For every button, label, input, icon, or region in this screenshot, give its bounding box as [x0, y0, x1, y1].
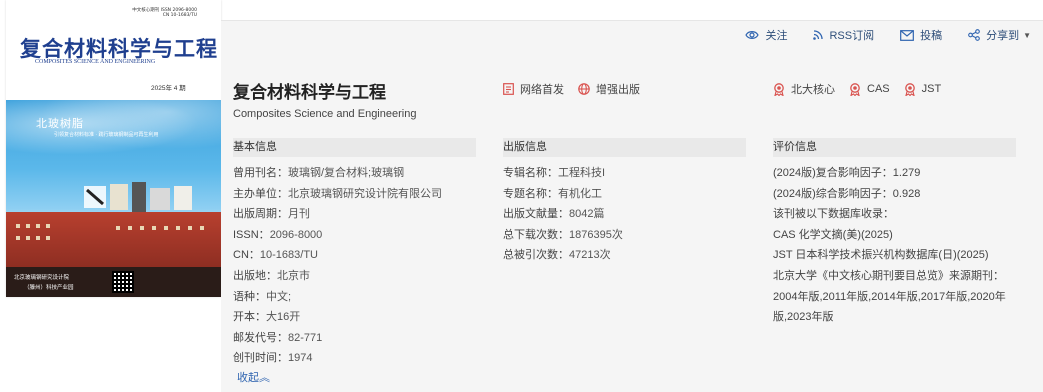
index-tags: 北大核心 CAS JST: [773, 81, 955, 97]
cover-footer-line1: 北京玻璃钢研究设计院: [14, 275, 70, 281]
tag-jst-label: JST: [921, 83, 942, 95]
publication-tags: 网络首发 增强出版: [503, 81, 654, 97]
collapse-link[interactable]: 收起︽: [237, 369, 476, 387]
evaluation-info-list: (2024版)复合影响因子：1.279 (2024版)综合影响因子：0.928 …: [773, 163, 1016, 327]
evaluation-row: (2024版)综合影响因子：0.928: [773, 187, 921, 200]
rss-button[interactable]: RSS订阅: [813, 27, 874, 43]
tag-enhanced-publishing[interactable]: 增强出版: [578, 81, 640, 97]
basic-info-row: 邮发代号：82-771: [233, 331, 323, 344]
evaluation-row: (2024版)复合影响因子：1.279: [773, 167, 921, 179]
tag-enhanced-label: 增强出版: [596, 84, 640, 96]
cover-cn: CN 10-1683/TU: [162, 13, 197, 18]
caret-down-icon: ▼: [1023, 30, 1031, 40]
basic-info-row: 语种：中文;: [233, 290, 292, 303]
share-button[interactable]: 分享到 ▼: [968, 27, 1031, 43]
cover-issue: 2025年 4 期: [151, 85, 186, 92]
document-icon: [503, 83, 514, 95]
publish-info-row: 专题名称：有机化工: [503, 187, 602, 200]
journal-cover: 中文核心期刊 ISSN 2096-8000 CN 10-1683/TU 复合材料…: [6, 0, 221, 297]
cover-tagline: 北玻树脂: [36, 118, 84, 130]
journal-subtitle: Composites Science and Engineering: [233, 108, 417, 120]
cover-title-en: COMPOSITES SCIENCE AND ENGINEERING: [35, 59, 156, 65]
publish-info-section: 出版信息 专辑名称：工程科技I 专题名称：有机化工 出版文献量：8042篇 总下…: [503, 138, 746, 266]
evaluation-row: 2004年版,2011年版,2014年版,2017年版,2020年版,2023年…: [773, 290, 1006, 323]
share-label: 分享到: [986, 30, 1020, 42]
basic-info-section: 基本信息 曾用刊名：玻璃钢/复合材料;玻璃钢 主办单位：北京玻璃钢研究设计院有限…: [233, 138, 476, 387]
tag-online-first-label: 网络首发: [520, 84, 564, 96]
publish-info-row: 出版文献量：8042篇: [503, 208, 605, 221]
cover-footer: 北京玻璃钢研究设计院 （滕州）科技产业园: [6, 267, 221, 297]
award-ribbon-icon: [850, 82, 860, 96]
tag-jst: JST: [904, 82, 942, 96]
basic-info-row: 开本：大16开: [233, 311, 301, 324]
share-icon: [968, 29, 980, 41]
basic-info-row: 曾用刊名：玻璃钢/复合材料;玻璃钢: [233, 167, 405, 179]
basic-info-row: 主办单位：北京玻璃钢研究设计院有限公司: [233, 187, 442, 200]
follow-button[interactable]: 关注: [745, 27, 787, 43]
tag-pku-core: 北大核心: [773, 81, 835, 97]
publish-info-list: 专辑名称：工程科技I 专题名称：有机化工 出版文献量：8042篇 总下载次数：1…: [503, 163, 746, 266]
cover-photo: 北玻树脂 引领复合材料标准 · 践行玻璃钢制品可再生利用 北京玻璃钢研究设计院 …: [6, 100, 221, 297]
publish-info-row: 总被引次数：47213次: [503, 249, 611, 262]
award-ribbon-icon: [774, 82, 784, 96]
cover-building: [6, 212, 221, 267]
journal-title: 复合材料科学与工程: [233, 83, 386, 102]
cover-footer-line2: （滕州）科技产业园: [24, 285, 74, 291]
rss-label: RSS订阅: [829, 30, 875, 42]
evaluation-row: JST 日本科学技术振兴机构数据库(日)(2025): [773, 249, 989, 262]
tag-cas: CAS: [849, 82, 890, 96]
rss-icon: [813, 30, 824, 40]
tag-online-first[interactable]: 网络首发: [503, 81, 564, 97]
basic-info-row: CN：10-1683/TU: [233, 249, 318, 262]
basic-info-row: ISSN：2096-8000: [233, 228, 323, 241]
basic-info-row: 创刊时间：1974: [233, 352, 313, 365]
mail-icon: [900, 29, 914, 41]
chevron-up-icon: ︽: [259, 371, 270, 384]
tag-cas-label: CAS: [867, 83, 890, 95]
evaluation-row: 北京大学《中文核心期刊要目总览》来源期刊：: [773, 269, 1004, 282]
basic-info-row: 出版周期：月刊: [233, 208, 310, 221]
evaluation-row: CAS 化学文摘(美)(2025): [773, 228, 893, 241]
basic-info-list: 曾用刊名：玻璃钢/复合材料;玻璃钢 主办单位：北京玻璃钢研究设计院有限公司 出版…: [233, 163, 476, 369]
basic-info-row: 出版地：北京市: [233, 269, 310, 282]
basic-info-heading: 基本信息: [233, 138, 476, 157]
follow-label: 关注: [765, 30, 788, 42]
evaluation-info-section: 评价信息 (2024版)复合影响因子：1.279 (2024版)综合影响因子：0…: [773, 138, 1016, 327]
evaluation-row: 该刊被以下数据库收录：: [773, 208, 894, 221]
submit-label: 投稿: [920, 30, 943, 42]
publish-info-heading: 出版信息: [503, 138, 746, 157]
globe-icon: [578, 83, 590, 95]
qr-code-icon: [112, 271, 134, 293]
eye-icon: [745, 31, 760, 39]
publish-info-row: 专辑名称：工程科技I: [503, 167, 606, 179]
evaluation-info-heading: 评价信息: [773, 138, 1016, 157]
cover-tagline-sub: 引领复合材料标准 · 践行玻璃钢制品可再生利用: [54, 132, 159, 138]
submit-button[interactable]: 投稿: [900, 27, 942, 43]
award-ribbon-icon: [904, 82, 915, 96]
tag-pku-core-label: 北大核心: [791, 84, 835, 96]
action-bar: 关注 RSS订阅 投稿 分享到 ▼: [719, 27, 1031, 43]
publish-info-row: 总下载次数：1876395次: [503, 228, 623, 241]
